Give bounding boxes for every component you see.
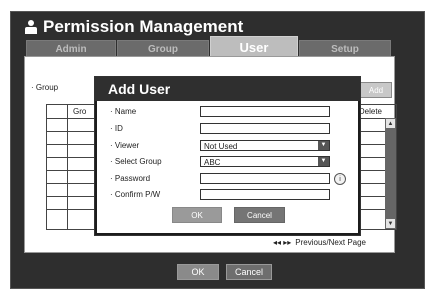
prev-next-icon[interactable]: ◂◂ ▸▸ [273, 238, 291, 247]
table-scrollbar[interactable]: ▲ ▼ [385, 118, 396, 229]
add-user-dialog: Add User · Name · ID · Viewer Not Used ▼… [94, 76, 361, 236]
pager[interactable]: ◂◂ ▸▸ Previous/Next Page [273, 238, 366, 247]
window-title-bar: Permission Management [25, 17, 243, 37]
group-value: ABC [204, 158, 221, 167]
viewer-select[interactable]: Not Used ▼ [200, 140, 330, 151]
id-field[interactable] [200, 123, 330, 134]
chevron-down-icon[interactable]: ▼ [318, 141, 329, 150]
dialog-ok-button[interactable]: OK [172, 207, 222, 223]
column-group: Gro [73, 107, 87, 116]
window-title: Permission Management [43, 17, 244, 36]
tab-bar: Admin Group User Setup [26, 36, 391, 58]
tab-user[interactable]: User [210, 36, 298, 58]
password-field[interactable] [200, 173, 330, 184]
password-label: · Password [110, 174, 151, 183]
scroll-down-icon[interactable]: ▼ [386, 219, 395, 228]
scroll-up-icon[interactable]: ▲ [386, 119, 395, 128]
viewer-value: Not Used [204, 142, 238, 151]
ok-button[interactable]: OK [177, 264, 219, 280]
add-button[interactable]: Add [360, 82, 392, 98]
select-group-label: · Select Group [110, 157, 162, 166]
cancel-button[interactable]: Cancel [226, 264, 272, 280]
chevron-down-icon[interactable]: ▼ [318, 157, 329, 166]
pager-label: Previous/Next Page [295, 238, 366, 247]
dialog-cancel-button[interactable]: Cancel [234, 207, 285, 223]
user-icon [25, 20, 37, 34]
group-label: · Group [31, 83, 59, 92]
group-select[interactable]: ABC ▼ [200, 156, 330, 167]
dialog-header: Add User [95, 77, 360, 101]
dialog-title: Add User [108, 81, 171, 97]
confirm-password-field[interactable] [200, 189, 330, 200]
info-icon[interactable]: i [334, 173, 346, 185]
id-label: · ID [110, 124, 123, 133]
column-delete: Delete [358, 107, 382, 116]
viewer-label: · Viewer [110, 141, 140, 150]
confirm-password-label: · Confirm P/W [110, 190, 161, 199]
name-label: · Name [110, 107, 137, 116]
table-divider [67, 105, 68, 229]
name-field[interactable] [200, 106, 330, 117]
